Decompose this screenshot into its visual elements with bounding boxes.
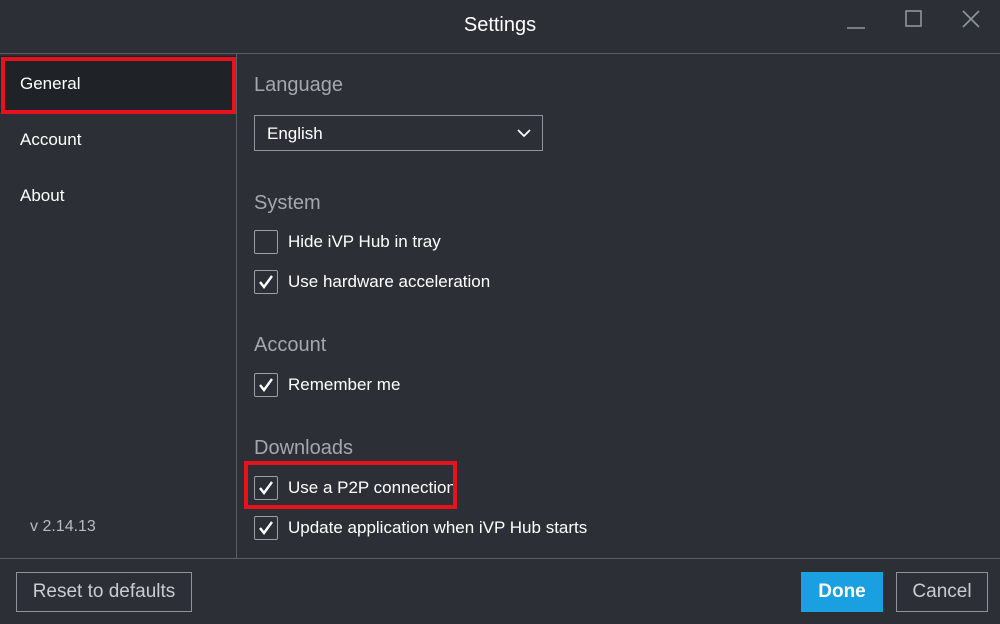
done-button[interactable]: Done xyxy=(801,572,883,612)
checkbox[interactable] xyxy=(254,516,278,540)
language-select[interactable]: English xyxy=(254,115,543,151)
option-hardware-acceleration[interactable]: Use hardware acceleration xyxy=(254,270,554,296)
chevron-down-icon xyxy=(517,129,531,138)
maximize-button[interactable] xyxy=(901,10,927,36)
checkmark-icon xyxy=(259,378,273,392)
section-title-account: Account xyxy=(254,334,327,356)
close-icon xyxy=(962,10,980,28)
minimize-button[interactable] xyxy=(843,10,869,36)
option-label: Use a P2P connection xyxy=(288,478,456,497)
sidebar: General Account About v 2.14.13 xyxy=(0,54,237,558)
option-label: Remember me xyxy=(288,375,401,394)
checkbox[interactable] xyxy=(254,270,278,294)
checkbox[interactable] xyxy=(254,476,278,500)
checkbox[interactable] xyxy=(254,373,278,397)
section-title-system: System xyxy=(254,192,321,214)
reset-defaults-button[interactable]: Reset to defaults xyxy=(16,572,192,612)
option-label: Hide iVP Hub in tray xyxy=(288,232,441,251)
title-bar: Settings xyxy=(0,0,1000,54)
checkbox[interactable] xyxy=(254,230,278,254)
option-p2p-connection[interactable]: Use a P2P connection xyxy=(254,476,554,502)
sidebar-item-about[interactable]: About xyxy=(0,168,236,224)
minimize-icon xyxy=(847,27,865,29)
maximize-icon xyxy=(905,10,922,27)
close-button[interactable] xyxy=(958,10,984,36)
option-label: Update application when iVP Hub starts xyxy=(288,518,588,537)
section-title-language: Language xyxy=(254,74,343,96)
option-hide-in-tray[interactable]: Hide iVP Hub in tray xyxy=(254,230,554,256)
option-label: Use hardware acceleration xyxy=(288,272,491,291)
cancel-button[interactable]: Cancel xyxy=(896,572,988,612)
section-title-downloads: Downloads xyxy=(254,437,353,459)
checkmark-icon xyxy=(259,521,273,535)
sidebar-item-general[interactable]: General xyxy=(0,56,236,112)
version-label: v 2.14.13 xyxy=(30,518,96,535)
settings-panel: Language English System Hide iVP Hub in … xyxy=(238,54,1000,558)
checkmark-icon xyxy=(259,481,273,495)
sidebar-item-label: General xyxy=(20,74,81,93)
option-update-on-start[interactable]: Update application when iVP Hub starts xyxy=(254,516,654,542)
checkmark-icon xyxy=(259,275,273,289)
sidebar-item-label: About xyxy=(20,186,65,205)
sidebar-item-account[interactable]: Account xyxy=(0,112,236,168)
option-remember-me[interactable]: Remember me xyxy=(254,373,554,399)
sidebar-item-label: Account xyxy=(20,130,82,149)
language-select-value: English xyxy=(267,124,323,143)
footer-bar: Reset to defaults Done Cancel xyxy=(0,558,1000,624)
